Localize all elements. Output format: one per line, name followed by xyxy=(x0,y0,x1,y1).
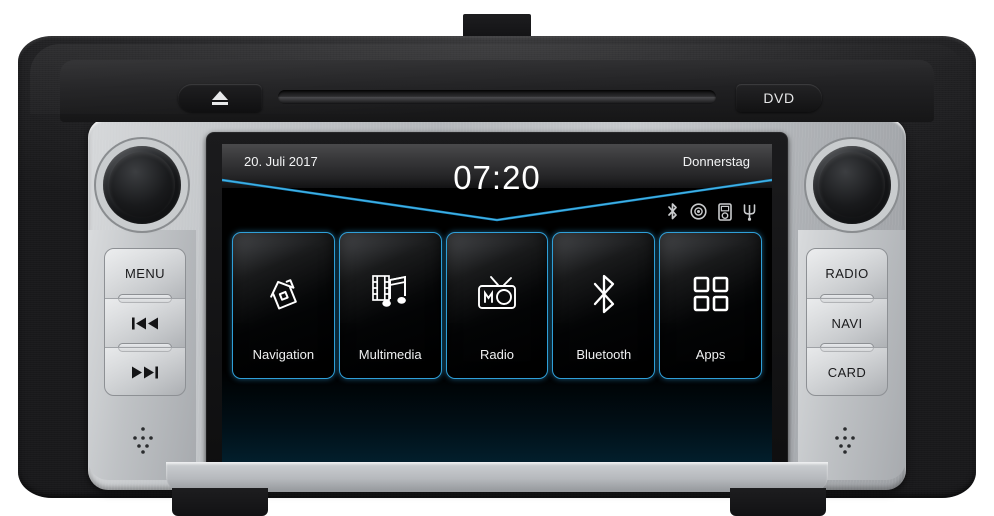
tile-apps-label: Apps xyxy=(695,347,726,362)
disc-slot[interactable] xyxy=(278,90,716,104)
menu-button-label: MENU xyxy=(125,266,165,281)
navigation-house-icon xyxy=(233,267,334,321)
eject-icon xyxy=(211,90,229,106)
eject-button[interactable] xyxy=(178,84,262,112)
tile-bluetooth[interactable]: Bluetooth xyxy=(552,232,656,379)
volume-power-knob[interactable] xyxy=(103,146,181,224)
tile-radio-label: Radio xyxy=(480,347,514,362)
bluetooth-icon xyxy=(553,267,654,321)
next-track-button[interactable] xyxy=(105,347,185,395)
right-button-stack: RADIO NAVI CARD xyxy=(806,248,888,396)
tile-radio[interactable]: Radio xyxy=(445,232,549,379)
dvd-button[interactable]: DVD xyxy=(736,84,822,112)
next-track-icon xyxy=(130,365,160,380)
card-button-label: CARD xyxy=(827,364,867,380)
status-icon-row xyxy=(666,202,756,221)
ipod-icon xyxy=(718,202,732,221)
card-button[interactable]: CARD xyxy=(807,347,887,395)
head-unit-screenshot: DVD 20. Juli 2017 07:20 Donnerstag Navig… xyxy=(0,0,994,516)
usb-icon xyxy=(743,202,756,221)
mount-tab-bottom-right xyxy=(730,488,826,516)
film-music-icon xyxy=(340,267,441,321)
radio-button[interactable]: RADIO xyxy=(807,249,887,303)
microphone-dot-pad xyxy=(126,422,160,456)
touchscreen[interactable]: 20. Juli 2017 07:20 Donnerstag Navigatio… xyxy=(222,144,772,466)
mount-tab-bottom-left xyxy=(172,488,268,516)
main-menu-tiles: Navigation Multimedia Radio Bluetooth Ap… xyxy=(232,232,762,379)
radio-button-label: RADIO xyxy=(825,266,869,281)
bluetooth-icon xyxy=(666,202,679,221)
prev-track-icon xyxy=(130,316,160,331)
previous-track-button[interactable] xyxy=(105,298,185,352)
menu-button[interactable]: MENU xyxy=(105,249,185,303)
tile-multimedia-label: Multimedia xyxy=(358,347,422,362)
grid-apps-icon xyxy=(660,267,761,321)
left-button-stack: MENU xyxy=(104,248,186,396)
tile-navigation-label: Navigation xyxy=(252,347,315,362)
dvd-button-label: DVD xyxy=(763,90,795,106)
tile-navigation[interactable]: Navigation xyxy=(232,232,335,379)
tile-bluetooth-label: Bluetooth xyxy=(576,347,632,362)
navi-button-label: NAVI xyxy=(831,315,863,331)
disc-icon xyxy=(690,203,707,220)
tile-multimedia[interactable]: Multimedia xyxy=(338,232,442,379)
header-weekday: Donnerstag xyxy=(682,154,750,169)
radio-icon xyxy=(447,267,548,321)
tile-apps[interactable]: Apps xyxy=(659,232,762,379)
reset-dot-pad xyxy=(828,422,862,456)
navi-button[interactable]: NAVI xyxy=(807,298,887,352)
tune-select-knob[interactable] xyxy=(813,146,891,224)
